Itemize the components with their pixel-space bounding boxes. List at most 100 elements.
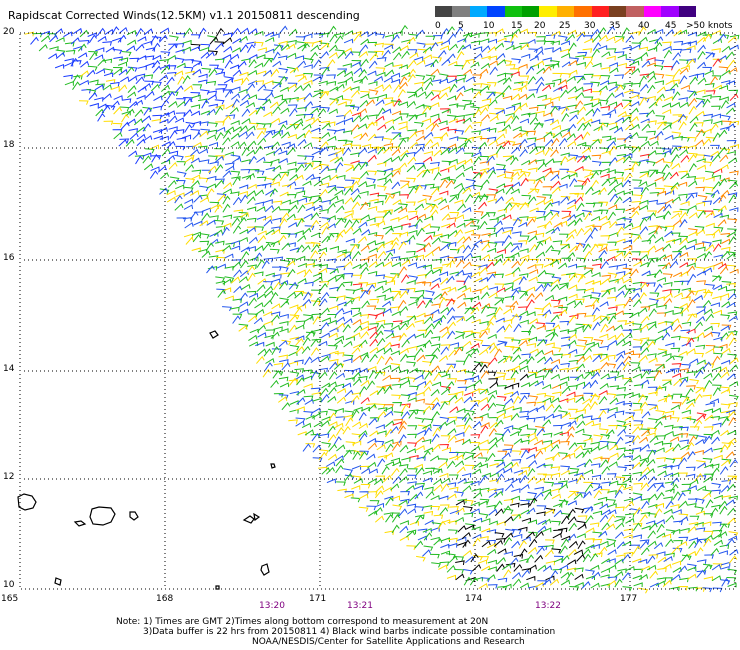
wind-barb [565,425,575,434]
wind-barb [702,457,713,464]
wind-barb [575,428,585,434]
wind-barb [437,520,446,530]
wind-barb [407,333,417,341]
wind-barb [399,348,409,355]
wind-barb [601,220,611,226]
wind-barb [519,248,529,253]
wind-barb [176,137,187,142]
wind-barb [430,161,440,167]
wind-barb [257,230,267,236]
wind-barb [712,422,722,428]
wind-barb [632,471,643,477]
wind-barb [568,172,578,178]
wind-barb [343,213,353,219]
wind-barb [398,241,407,250]
wind-barb [673,306,684,313]
wind-barb [79,79,90,86]
wind-barb [408,132,418,140]
wind-barb [295,337,304,346]
wind-barb [582,131,591,141]
wind-barb [400,490,410,496]
wind-barb [351,347,361,355]
wind-barb [447,78,458,84]
wind-barb [390,377,401,383]
wind-barb [456,51,465,60]
wind-barb [537,269,547,278]
wind-barb [705,313,714,322]
wind-barb [549,364,559,372]
wind-barb [695,331,705,339]
wind-barb [585,304,595,310]
wind-barb [360,58,369,67]
wind-barb [95,47,105,52]
wind-barb [271,131,282,139]
wind-barb [246,196,256,205]
wind-barb [729,394,739,401]
wind-barb [511,28,521,36]
wind-barb [397,425,407,435]
wind-barb [278,99,288,107]
wind-barb [632,281,643,287]
wind-barb [606,473,617,478]
wind-barb [615,332,625,341]
wind-barb [558,283,569,291]
wind-barb [502,214,512,221]
wind-barb [678,472,688,477]
wind-barb [566,75,576,82]
wind-barb [685,245,696,250]
wind-barb [494,298,504,306]
wind-barb [214,99,225,105]
wind-barb [254,245,264,252]
wind-barb [439,244,450,251]
wind-barb [222,32,233,38]
wind-barb [609,248,619,254]
wind-barb [222,115,231,123]
wind-barb [393,64,403,69]
wind-barb [263,281,273,286]
wind-barb [360,483,371,489]
wind-barb [537,525,547,533]
wind-barb [648,308,657,317]
wind-barb [671,573,681,581]
wind-barb [665,368,675,374]
wind-barb [215,71,226,77]
wind-barb [223,37,233,45]
wind-barb [573,444,583,452]
wind-barb [657,304,667,310]
wind-barb [398,207,408,214]
wind-barb [487,198,497,204]
wind-barb [721,114,731,121]
wind-barb [397,88,406,98]
wind-barb [535,251,546,259]
wind-barb [465,220,475,227]
wind-barb [289,391,299,396]
wind-barb [585,420,595,426]
wind-barb [544,147,553,156]
wind-barb [416,227,425,237]
wind-barb [702,299,712,308]
wind-barb [168,43,178,52]
wind-barb [351,372,361,380]
wind-barb [422,281,432,287]
wind-barb [358,506,369,512]
wind-barb [422,339,432,348]
wind-barb [399,520,409,525]
wind-barb [327,276,337,283]
wind-barb [718,129,728,138]
wind-barb [639,226,649,235]
wind-barb [326,74,336,79]
wind-barb [711,467,720,476]
wind-barb [685,387,694,397]
wind-barb [704,186,715,192]
wind-barb [377,124,387,131]
wind-barb [542,397,552,403]
wind-barb [687,573,697,580]
wind-barb [583,269,593,276]
wind-barb [664,134,674,141]
wind-barb [534,375,545,380]
island-outline [242,515,255,524]
wind-barb [713,226,724,232]
wind-barb [222,203,231,213]
wind-barb [281,242,291,251]
wind-barb [639,514,648,523]
